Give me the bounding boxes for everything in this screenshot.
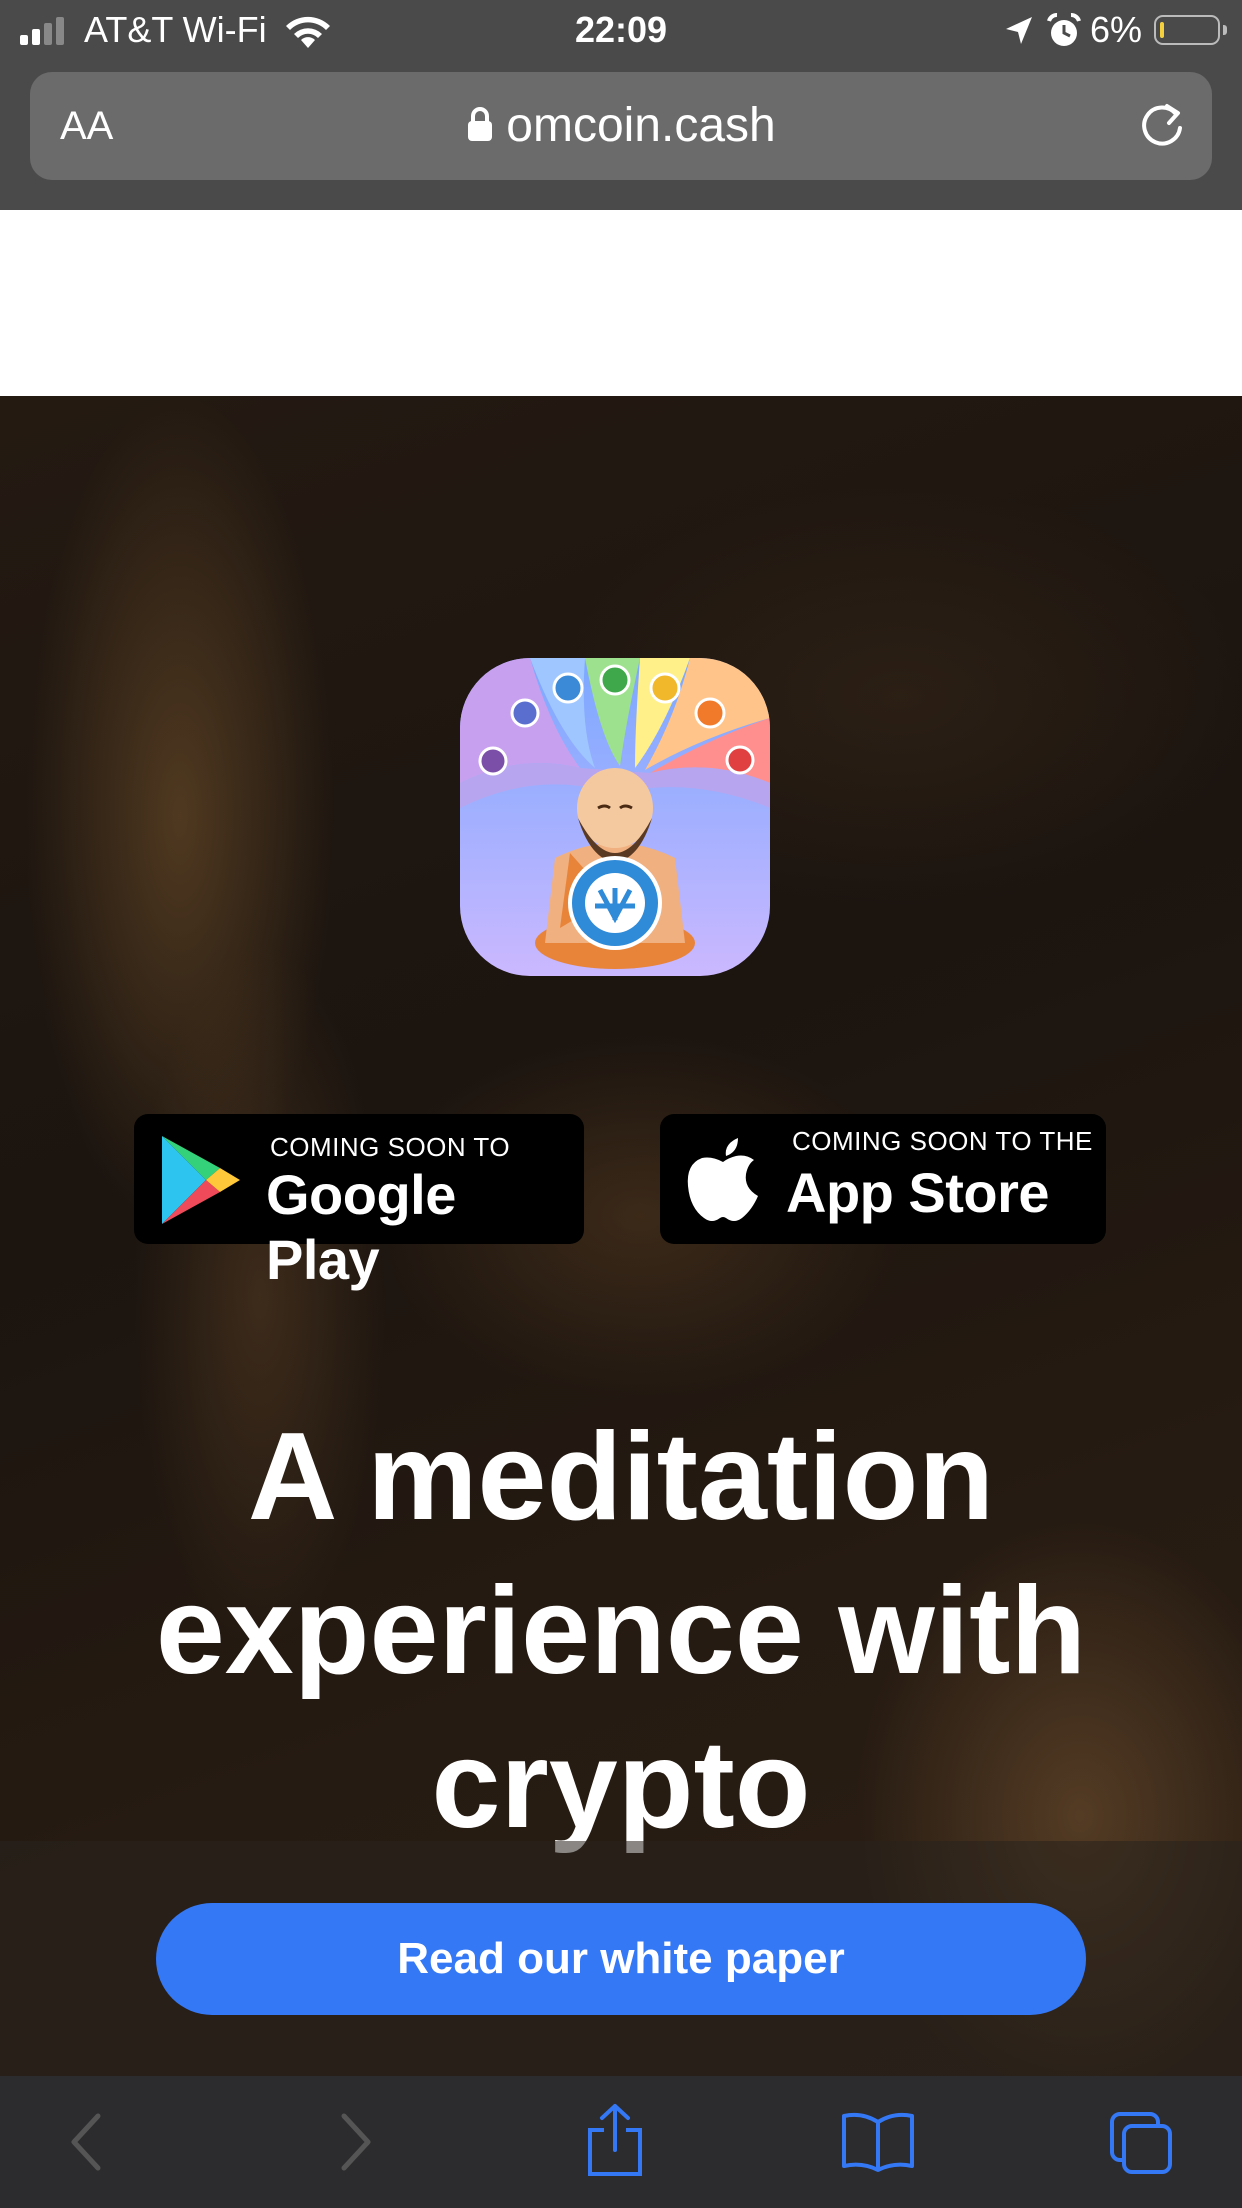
lock-icon	[468, 107, 493, 142]
tabs-icon[interactable]	[1108, 2110, 1176, 2178]
safari-toolbar	[0, 2076, 1242, 2208]
apple-icon	[687, 1138, 758, 1221]
read-white-paper-button[interactable]: Read our white paper	[156, 1903, 1086, 2015]
share-icon[interactable]	[584, 2102, 646, 2178]
back-icon[interactable]	[66, 2110, 106, 2174]
google-badge-title: Google Play	[266, 1163, 456, 1291]
google-badge-caption: COMING SOON TO	[270, 1132, 511, 1162]
app-store-badge[interactable]: COMING SOON TO THE App Store	[660, 1114, 1106, 1244]
omcoin-app-icon	[460, 658, 770, 976]
reload-icon[interactable]	[1136, 98, 1188, 152]
bookmarks-icon[interactable]	[840, 2110, 916, 2174]
url-field[interactable]: omcoin.cash	[30, 98, 1212, 153]
hero-headline: A meditation experience with crypto	[155, 1408, 1087, 1854]
google-play-icon	[162, 1136, 240, 1224]
apple-badge-caption: COMING SOON TO THE	[792, 1126, 1093, 1156]
browser-chrome: AT&T Wi-Fi 22:09 6% AA omcoin.cash	[0, 0, 1242, 210]
status-bar: AT&T Wi-Fi 22:09 6%	[0, 0, 1242, 62]
hero-section: COMING SOON TO Google Play COMING SOON T…	[0, 396, 1242, 2076]
location-arrow-icon	[1006, 17, 1032, 44]
google-play-badge[interactable]: COMING SOON TO Google Play	[134, 1114, 584, 1291]
apple-badge-title: App Store	[786, 1161, 1050, 1224]
alarm-icon	[1047, 13, 1081, 46]
battery-percent: 6%	[1090, 9, 1143, 50]
battery-icon	[1154, 15, 1227, 45]
address-bar[interactable]: AA omcoin.cash	[30, 72, 1212, 180]
page-header-strip	[0, 210, 1242, 396]
forward-icon[interactable]	[336, 2110, 376, 2174]
url-text: omcoin.cash	[506, 99, 776, 152]
